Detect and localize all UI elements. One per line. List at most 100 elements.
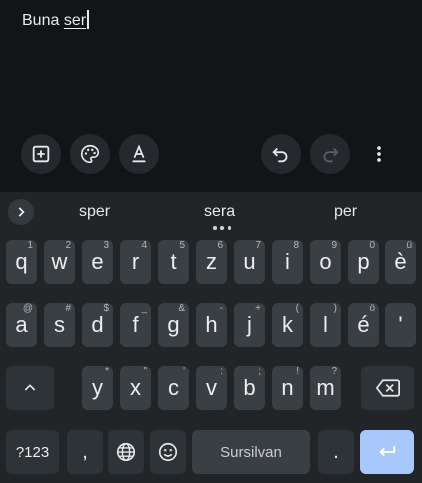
space-key-label: Sursilvan <box>220 443 282 461</box>
key-label: è <box>394 249 407 274</box>
more-suggestions-dots[interactable] <box>213 226 231 230</box>
key-hint: ? <box>331 366 337 377</box>
enter-icon <box>379 445 396 457</box>
key-label: i <box>285 249 290 274</box>
key-b[interactable]: ; b <box>234 366 265 410</box>
redo-button[interactable] <box>310 134 350 174</box>
suggestion-2[interactable]: sera <box>204 203 235 221</box>
text-cursor <box>87 10 89 29</box>
key-label: j <box>247 312 252 337</box>
key-hint: 1 <box>27 240 33 251</box>
key-hint: ! <box>296 366 299 377</box>
key-q[interactable]: 1q <box>6 240 37 284</box>
key-m[interactable]: ? m <box>310 366 341 410</box>
key-label: v <box>206 375 217 400</box>
space-key[interactable]: Sursilvan <box>192 430 310 474</box>
key-h[interactable]: -h <box>196 303 227 347</box>
key-v[interactable]: :v <box>196 366 227 410</box>
backspace-key[interactable] <box>361 366 414 410</box>
key-hint: $ <box>103 303 109 314</box>
key-hint: 2 <box>65 240 71 251</box>
key-n[interactable]: ! n <box>272 366 303 410</box>
key-hint: 6 <box>217 240 223 251</box>
emoji-icon <box>158 442 178 462</box>
palette-button[interactable] <box>70 134 110 174</box>
key-e[interactable]: 3e <box>82 240 113 284</box>
key-label: z <box>206 249 217 274</box>
key-apostrophe[interactable]: ' <box>385 303 416 347</box>
key-d[interactable]: $ d <box>82 303 113 347</box>
key-label: c <box>168 375 179 400</box>
period-key[interactable]: . <box>318 430 354 474</box>
key-label: d <box>91 312 104 337</box>
key-label: w <box>51 249 68 274</box>
key-hint: 9 <box>331 240 337 251</box>
key-label: y <box>92 375 103 400</box>
key-w[interactable]: 2w <box>44 240 75 284</box>
key-e-acute[interactable]: öé <box>348 303 379 347</box>
key-e-grave[interactable]: üè <box>385 240 416 284</box>
key-label: ' <box>398 312 403 337</box>
undo-button[interactable] <box>261 134 301 174</box>
key-f[interactable]: _ f <box>120 303 151 347</box>
key-label: g <box>167 312 180 337</box>
more-options-button[interactable] <box>359 134 399 174</box>
key-label: q <box>15 249 28 274</box>
symbols-key[interactable]: ?123 <box>6 430 59 474</box>
key-x[interactable]: " x <box>120 366 151 410</box>
key-label: s <box>54 312 65 337</box>
key-label: l <box>323 312 328 337</box>
key-g[interactable]: & g <box>158 303 189 347</box>
key-hint: ü <box>406 240 412 251</box>
shift-key[interactable] <box>6 366 54 410</box>
key-j[interactable]: + j <box>234 303 265 347</box>
key-hint: # <box>65 303 71 314</box>
text-format-button[interactable] <box>119 134 159 174</box>
language-key[interactable] <box>108 430 144 474</box>
key-hint: 7 <box>255 240 261 251</box>
key-c[interactable]: ' c <box>158 366 189 410</box>
key-hint: _ <box>141 303 147 314</box>
shift-icon <box>24 384 36 391</box>
key-r[interactable]: 4r <box>120 240 151 284</box>
expand-toolbar-button[interactable] <box>8 199 34 225</box>
add-box-button[interactable] <box>21 134 61 174</box>
suggestion-1[interactable]: sper <box>79 203 110 221</box>
key-k[interactable]: (k <box>272 303 303 347</box>
key-l[interactable]: ) l <box>310 303 341 347</box>
suggestion-3[interactable]: per <box>334 203 357 221</box>
key-y[interactable]: * y <box>82 366 113 410</box>
comma-key[interactable]: , <box>67 430 103 474</box>
undo-icon <box>272 147 288 163</box>
text-editor[interactable]: Buna ser <box>0 0 422 192</box>
backspace-icon <box>375 379 400 397</box>
key-hint: 3 <box>103 240 109 251</box>
key-u[interactable]: 7u <box>234 240 265 284</box>
key-hint: & <box>178 303 185 314</box>
key-hint: " <box>143 366 147 377</box>
editor-text[interactable]: Buna ser <box>22 10 89 30</box>
emoji-key[interactable] <box>150 430 186 474</box>
key-hint: ( <box>295 303 299 314</box>
key-z[interactable]: 6z <box>196 240 227 284</box>
key-label: . <box>333 441 339 463</box>
key-a[interactable]: @ a <box>6 303 37 347</box>
enter-key[interactable] <box>360 430 414 474</box>
key-t[interactable]: 5t <box>158 240 189 284</box>
key-hint: ) <box>333 303 337 314</box>
key-label: k <box>282 312 293 337</box>
text-format-icon <box>132 144 146 163</box>
redo-icon <box>323 147 339 163</box>
key-hint: ; <box>258 366 261 377</box>
key-hint: ö <box>369 303 375 314</box>
key-i[interactable]: 8i <box>272 240 303 284</box>
key-hint: 4 <box>141 240 147 251</box>
key-label: h <box>205 312 218 337</box>
key-s[interactable]: # s <box>44 303 75 347</box>
key-p[interactable]: 0p <box>348 240 379 284</box>
key-label: e <box>91 249 104 274</box>
key-label: b <box>243 375 256 400</box>
key-hint: 8 <box>293 240 299 251</box>
key-o[interactable]: 9o <box>310 240 341 284</box>
key-label: a <box>15 312 28 337</box>
